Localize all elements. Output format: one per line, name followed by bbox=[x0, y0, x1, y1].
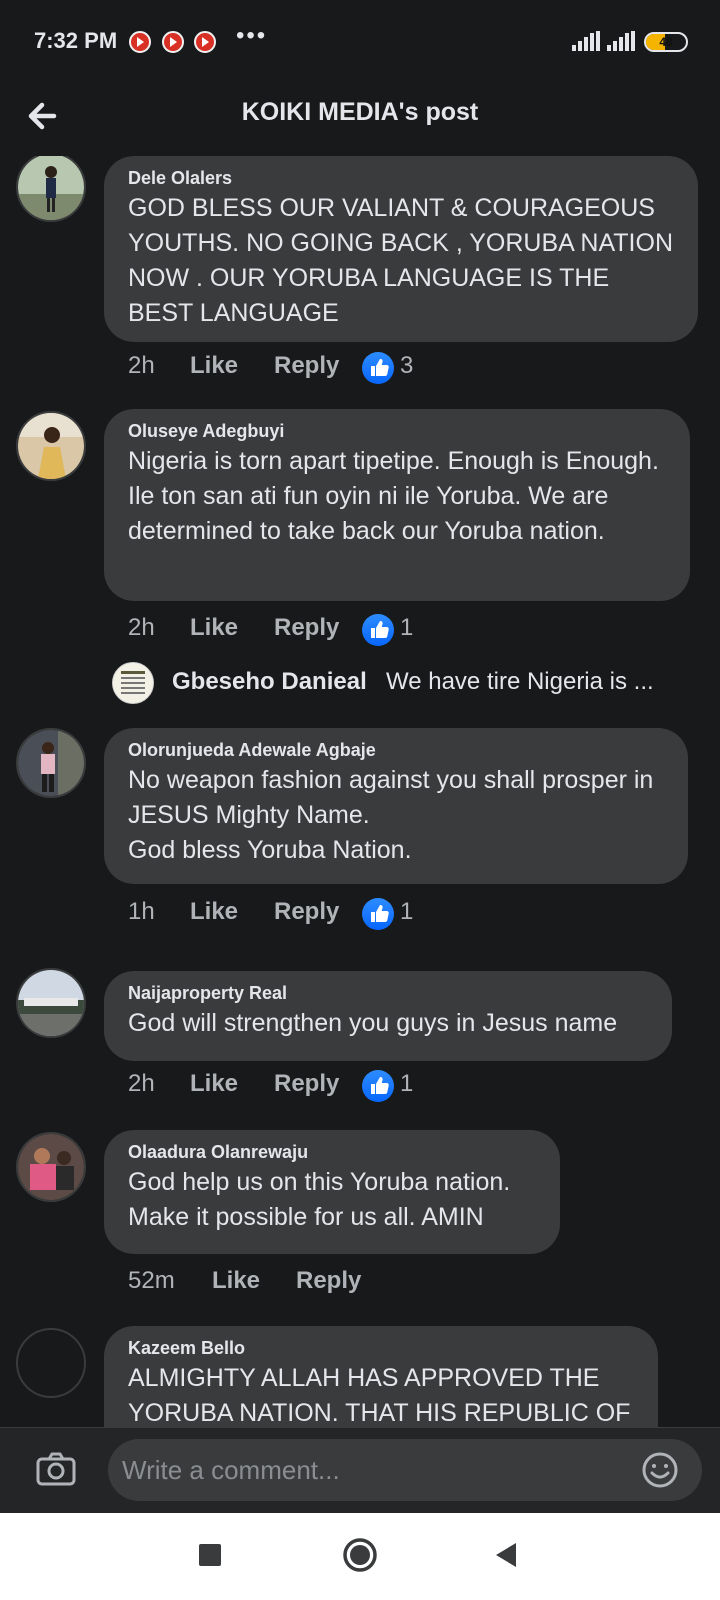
system-nav-bar bbox=[0, 1513, 720, 1600]
comment-text: ALMIGHTY ALLAH HAS APPROVED THE YORUBA N… bbox=[128, 1364, 631, 1427]
like-button[interactable]: Like bbox=[190, 898, 238, 926]
back-nav-button[interactable] bbox=[494, 1542, 518, 1573]
avatar[interactable] bbox=[112, 662, 154, 704]
comment-author[interactable]: Kazeem Bello bbox=[128, 1338, 634, 1359]
like-thumb-icon[interactable] bbox=[362, 898, 394, 930]
like-button[interactable]: Like bbox=[190, 614, 238, 642]
comment-bubble[interactable]: Olaadura Olanrewaju God help us on this … bbox=[104, 1130, 560, 1254]
notification-icon bbox=[194, 31, 216, 53]
comment-input[interactable] bbox=[108, 1439, 702, 1501]
like-button[interactable]: Like bbox=[212, 1267, 260, 1295]
comment-time: 2h bbox=[128, 1070, 155, 1097]
comment-time: 2h bbox=[128, 614, 155, 641]
reaction-count[interactable]: 3 bbox=[400, 352, 413, 380]
reaction-count[interactable]: 1 bbox=[400, 1070, 413, 1098]
notification-icon bbox=[162, 31, 184, 53]
reply-button[interactable]: Reply bbox=[296, 1267, 361, 1295]
comment-author[interactable]: Naijaproperty Real bbox=[128, 983, 648, 1004]
comment-time: 2h bbox=[128, 352, 155, 379]
post-header: KOIKI MEDIA's post bbox=[0, 86, 720, 156]
like-thumb-icon[interactable] bbox=[362, 614, 394, 646]
more-notifications-icon: ••• bbox=[236, 22, 268, 49]
comment-text: Nigeria is torn apart tipetipe. Enough i… bbox=[128, 447, 659, 545]
avatar[interactable] bbox=[16, 728, 86, 798]
home-button[interactable] bbox=[342, 1537, 378, 1578]
comment-time: 1h bbox=[128, 898, 155, 925]
comment-author[interactable]: Dele Olalers bbox=[128, 168, 674, 189]
signal-icon bbox=[607, 31, 635, 51]
emoji-button[interactable] bbox=[640, 1450, 680, 1490]
battery-icon: 48 bbox=[644, 32, 688, 52]
like-thumb-icon[interactable] bbox=[362, 1070, 394, 1102]
avatar[interactable] bbox=[16, 1132, 86, 1202]
comment-author[interactable]: Olaadura Olanrewaju bbox=[128, 1142, 536, 1163]
reaction-count[interactable]: 1 bbox=[400, 898, 413, 926]
comment-bubble[interactable]: Dele Olalers GOD BLESS OUR VALIANT & COU… bbox=[104, 156, 698, 342]
reply-button[interactable]: Reply bbox=[274, 614, 339, 642]
like-thumb-icon[interactable] bbox=[362, 352, 394, 384]
avatar[interactable] bbox=[16, 968, 86, 1038]
comment-text: God will strengthen you guys in Jesus na… bbox=[128, 1009, 618, 1037]
comment-text: God help us on this Yoruba nation. Make … bbox=[128, 1168, 511, 1231]
notification-icon bbox=[129, 31, 151, 53]
reaction-count[interactable]: 1 bbox=[400, 614, 413, 642]
nav-circle-icon bbox=[343, 1538, 377, 1572]
reply-text: We have tire Nigeria is ... bbox=[386, 668, 654, 695]
comment-bubble[interactable]: Naijaproperty Real God will strengthen y… bbox=[104, 971, 672, 1061]
like-button[interactable]: Like bbox=[190, 352, 238, 380]
signal-icon bbox=[572, 31, 600, 51]
comment-time: 52m bbox=[128, 1267, 175, 1294]
comment-bubble[interactable]: Olorunjueda Adewale Agbaje No weapon fas… bbox=[104, 728, 688, 884]
comment-author[interactable]: Oluseye Adegbuyi bbox=[128, 421, 666, 442]
comments-list: Dele Olalers GOD BLESS OUR VALIANT & COU… bbox=[0, 156, 720, 1427]
avatar[interactable] bbox=[16, 156, 86, 222]
status-time: 7:32 PM bbox=[34, 28, 118, 53]
camera-button[interactable] bbox=[34, 1448, 78, 1492]
nav-triangle-icon bbox=[496, 1543, 516, 1567]
comment-composer bbox=[0, 1427, 720, 1514]
camera-icon bbox=[36, 1452, 76, 1486]
emoji-icon bbox=[642, 1452, 678, 1488]
comment-bubble[interactable]: Kazeem Bello ALMIGHTY ALLAH HAS APPROVED… bbox=[104, 1326, 658, 1427]
comment-bubble[interactable]: Oluseye Adegbuyi Nigeria is torn apart t… bbox=[104, 409, 690, 601]
status-bar: 7:32 PM ••• 48 bbox=[0, 0, 720, 86]
reply-button[interactable]: Reply bbox=[274, 1070, 339, 1098]
reply-author[interactable]: Gbeseho Danieal bbox=[172, 668, 367, 696]
avatar[interactable] bbox=[16, 411, 86, 481]
avatar[interactable] bbox=[16, 1328, 86, 1398]
reply-button[interactable]: Reply bbox=[274, 898, 339, 926]
nav-square-icon bbox=[199, 1544, 221, 1566]
comment-text: GOD BLESS OUR VALIANT & COURAGEOUS YOUTH… bbox=[128, 194, 673, 327]
battery-level: 48 bbox=[659, 35, 673, 49]
reply-preview[interactable]: Gbeseho Danieal We have tire Nigeria is … bbox=[112, 662, 712, 706]
comment-text: No weapon fashion against you shall pros… bbox=[128, 766, 654, 864]
reply-button[interactable]: Reply bbox=[274, 352, 339, 380]
page-title: KOIKI MEDIA's post bbox=[241, 98, 479, 126]
like-button[interactable]: Like bbox=[190, 1070, 238, 1098]
comment-author[interactable]: Olorunjueda Adewale Agbaje bbox=[128, 740, 664, 761]
recents-button[interactable] bbox=[198, 1543, 222, 1572]
